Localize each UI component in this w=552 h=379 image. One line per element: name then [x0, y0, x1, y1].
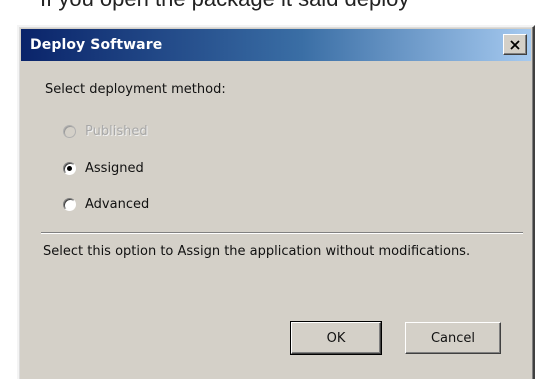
- radio-button-advanced[interactable]: [63, 198, 76, 211]
- close-button[interactable]: [503, 34, 527, 55]
- radio-label-assigned: Assigned: [85, 161, 144, 176]
- close-icon: [510, 39, 520, 50]
- dialog-title: Deploy Software: [30, 37, 163, 53]
- radio-button-published[interactable]: [63, 125, 76, 138]
- radio-button-assigned[interactable]: [63, 162, 76, 175]
- deployment-method-prompt: Select deployment method:: [45, 82, 226, 97]
- radio-option-advanced[interactable]: Advanced: [63, 197, 149, 212]
- radio-label-published: Published: [85, 124, 148, 139]
- screenshot: If you open the package it said deploy D…: [0, 0, 552, 379]
- title-bar[interactable]: Deploy Software: [21, 29, 531, 61]
- option-description: Select this option to Assign the applica…: [43, 244, 471, 259]
- cancel-button[interactable]: Cancel: [405, 322, 501, 354]
- separator: [41, 232, 523, 234]
- radio-label-advanced: Advanced: [85, 197, 150, 212]
- ok-button[interactable]: OK: [290, 321, 382, 355]
- background-document-text: If you open the package it said deploy: [40, 0, 409, 12]
- radio-option-published[interactable]: Published: [63, 124, 148, 139]
- radio-selected-dot: [67, 166, 72, 171]
- radio-option-assigned[interactable]: Assigned: [63, 161, 144, 176]
- deploy-software-dialog: Deploy Software Select deployment method…: [17, 25, 535, 379]
